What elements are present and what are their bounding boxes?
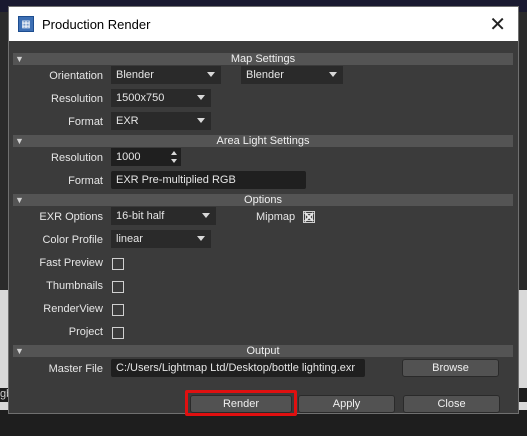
chevron-down-icon [197, 118, 205, 123]
resolution-label: Resolution [51, 93, 103, 105]
spin-up-icon[interactable] [171, 151, 177, 155]
exr-options-label: EXR Options [39, 211, 103, 223]
area-format-field[interactable]: EXR Pre-multiplied RGB [111, 171, 306, 189]
collapse-arrow-icon[interactable]: ▼ [15, 53, 24, 65]
section-title: Area Light Settings [216, 135, 310, 147]
color-profile-select[interactable]: linear [111, 230, 211, 248]
app-icon: ▦ [18, 16, 34, 32]
chevron-down-icon [197, 95, 205, 100]
render-button[interactable]: Render [190, 395, 292, 413]
apply-button[interactable]: Apply [298, 395, 395, 413]
collapse-arrow-icon[interactable]: ▼ [15, 135, 24, 147]
production-render-dialog: ▦ Production Render ✕ ▼ Map Settings Ori… [8, 6, 519, 416]
master-file-label: Master File [48, 363, 103, 375]
title-bar[interactable]: ▦ Production Render ✕ [9, 7, 518, 41]
section-header-options[interactable]: ▼ Options [13, 194, 513, 206]
color-profile-value: linear [116, 233, 143, 245]
area-resolution-label: Resolution [51, 152, 103, 164]
color-profile-label: Color Profile [42, 234, 103, 246]
area-format-value: EXR Pre-multiplied RGB [116, 174, 236, 186]
area-format-label: Format [68, 175, 103, 187]
project-label: Project [68, 326, 103, 338]
exr-options-select[interactable]: 16-bit half [111, 207, 216, 225]
format-value: EXR [116, 115, 139, 127]
chevron-down-icon [329, 72, 337, 77]
area-resolution-spinbox[interactable]: 1000 [111, 148, 181, 166]
close-icon[interactable]: ✕ [489, 14, 506, 34]
resolution-select[interactable]: 1500x750 [111, 89, 211, 107]
spin-down-icon[interactable] [171, 159, 177, 163]
thumbnails-label: Thumbnails [46, 280, 103, 292]
section-header-area-light-settings[interactable]: ▼ Area Light Settings [13, 135, 513, 147]
section-header-output[interactable]: ▼ Output [13, 345, 513, 357]
mipmap-checkbox[interactable] [303, 211, 315, 223]
section-title: Options [244, 194, 282, 206]
orientation-value-1: Blender [116, 69, 154, 81]
fast-preview-checkbox[interactable] [112, 258, 124, 270]
project-checkbox[interactable] [112, 327, 124, 339]
thumbnails-checkbox[interactable] [112, 281, 124, 293]
browse-button[interactable]: Browse [402, 359, 499, 377]
section-title: Map Settings [230, 53, 296, 65]
renderview-label: RenderView [43, 303, 103, 315]
window-title: Production Render [42, 16, 151, 32]
renderview-checkbox[interactable] [112, 304, 124, 316]
orientation-select-1[interactable]: Blender [111, 66, 221, 84]
fast-preview-label: Fast Preview [39, 257, 103, 269]
orientation-select-2[interactable]: Blender [241, 66, 343, 84]
close-button[interactable]: Close [403, 395, 500, 413]
chevron-down-icon [207, 72, 215, 77]
master-file-input[interactable]: C:/Users/Lightmap Ltd/Desktop/bottle lig… [111, 359, 365, 377]
section-title: Output [246, 345, 280, 357]
format-select[interactable]: EXR [111, 112, 211, 130]
collapse-arrow-icon[interactable]: ▼ [15, 345, 24, 357]
resolution-value: 1500x750 [116, 92, 165, 104]
format-label: Format [68, 116, 103, 128]
exr-options-value: 16-bit half [116, 210, 165, 222]
collapse-arrow-icon[interactable]: ▼ [15, 194, 24, 206]
orientation-value-2: Blender [246, 69, 284, 81]
area-resolution-value: 1000 [116, 151, 141, 163]
mipmap-label: Mipmap [256, 211, 296, 223]
chevron-down-icon [197, 236, 205, 241]
orientation-label: Orientation [49, 70, 103, 82]
master-file-value: C:/Users/Lightmap Ltd/Desktop/bottle lig… [116, 362, 356, 374]
chevron-down-icon [202, 213, 210, 218]
section-header-map-settings[interactable]: ▼ Map Settings [13, 53, 513, 65]
